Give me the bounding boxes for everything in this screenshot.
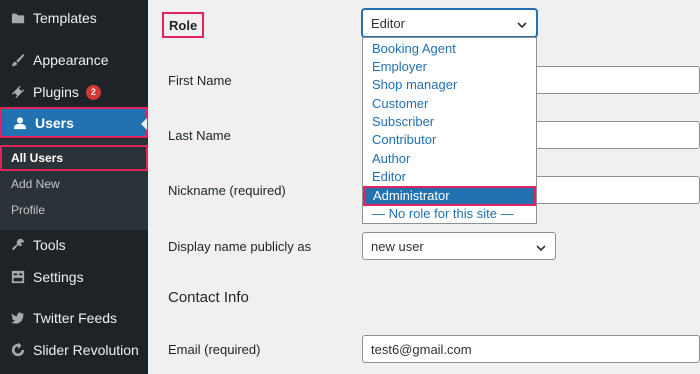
role-label: Role — [169, 18, 198, 33]
sidebar-item-slider-revolution[interactable]: Slider Revolution — [0, 334, 148, 366]
plug-icon — [11, 85, 25, 99]
role-option[interactable]: Shop manager — [364, 76, 535, 94]
email-field[interactable]: test6@gmail.com — [362, 335, 700, 363]
sidebar-item-tools[interactable]: Tools — [0, 229, 148, 261]
role-label-highlight: Role — [162, 12, 204, 38]
wrench-icon — [11, 238, 25, 252]
users-submenu: All Users Add New Profile — [0, 139, 148, 230]
submenu-item-profile[interactable]: Profile — [11, 203, 45, 217]
role-select-value: Editor — [371, 16, 405, 31]
sidebar-item-label: Plugins — [33, 84, 79, 100]
sidebar-item-label: Slider Revolution — [33, 342, 139, 358]
role-option[interactable]: Customer — [364, 95, 535, 113]
display-name-label: Display name publicly as — [168, 239, 312, 254]
sidebar-item-settings[interactable]: Settings — [0, 261, 148, 293]
settings-icon — [11, 270, 25, 284]
email-field-value: test6@gmail.com — [371, 342, 472, 357]
twitter-bird-icon — [11, 311, 25, 325]
sidebar-item-label: Settings — [33, 269, 84, 285]
last-name-label: Last Name — [168, 128, 231, 143]
sidebar-item-appearance[interactable]: Appearance — [0, 44, 148, 76]
role-option[interactable]: Employer — [364, 58, 535, 76]
submenu-item-label: All Users — [11, 151, 64, 165]
sidebar-item-label: Tools — [33, 237, 66, 253]
display-name-select-value: new user — [371, 239, 424, 254]
role-option[interactable]: Editor — [364, 168, 535, 186]
display-name-select[interactable]: new user — [362, 232, 556, 260]
role-dropdown-list: Booking Agent Employer Shop manager Cust… — [362, 37, 537, 224]
role-option[interactable]: Subscriber — [364, 113, 535, 131]
sidebar-item-templates[interactable]: Templates — [0, 2, 148, 34]
paintbrush-icon — [11, 53, 25, 67]
role-option[interactable]: Booking Agent — [364, 40, 535, 58]
email-label: Email (required) — [168, 342, 261, 357]
nickname-label: Nickname (required) — [168, 183, 286, 198]
submenu-item-add-new[interactable]: Add New — [11, 177, 60, 191]
sidebar-item-label: Users — [35, 114, 74, 131]
role-select[interactable]: Editor — [362, 9, 537, 37]
role-option[interactable]: Contributor — [364, 131, 535, 149]
chevron-down-icon — [535, 241, 547, 253]
folder-icon — [11, 11, 25, 25]
refresh-cycle-icon — [11, 343, 25, 357]
sidebar-item-users[interactable]: Users — [0, 107, 148, 138]
sidebar-item-label: Twitter Feeds — [33, 310, 118, 326]
role-option-selected[interactable]: Administrator — [363, 186, 536, 206]
role-option[interactable]: Author — [364, 150, 535, 168]
role-option[interactable]: — No role for this site — — [364, 205, 535, 223]
sidebar-item-plugins[interactable]: Plugins 2 — [0, 76, 148, 108]
submenu-item-all-users[interactable]: All Users — [0, 145, 148, 171]
plugins-update-badge: 2 — [85, 84, 101, 100]
chevron-down-icon — [516, 18, 528, 30]
user-icon — [13, 116, 27, 130]
sidebar-item-twitter-feeds[interactable]: Twitter Feeds — [0, 302, 148, 334]
admin-sidebar: Templates Appearance Plugins 2 Users All… — [0, 0, 148, 374]
current-menu-arrow — [141, 118, 147, 130]
sidebar-item-label: Appearance — [33, 52, 109, 68]
contact-info-heading: Contact Info — [168, 289, 249, 306]
first-name-label: First Name — [168, 73, 232, 88]
sidebar-item-label: Templates — [33, 10, 97, 26]
